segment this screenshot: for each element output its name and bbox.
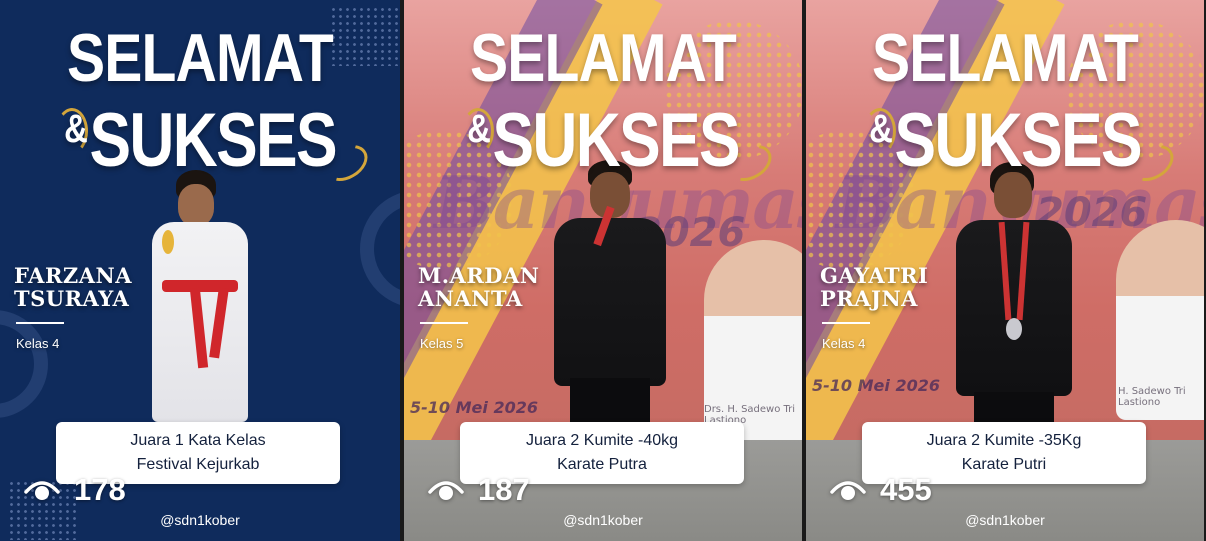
headline: SELAMAT &SUKSES xyxy=(404,22,802,180)
award-line2: Karate Putri xyxy=(961,456,1047,473)
award-line2: Karate Putra xyxy=(557,456,647,473)
award-line1: Juara 1 Kata Kelas xyxy=(130,432,266,449)
ampersand: & xyxy=(869,107,893,151)
view-count-value: 187 xyxy=(478,472,530,507)
name-underline xyxy=(16,322,64,324)
post-card-gayatri[interactable]: Banyumas 2026 5-10 Mei 2026 H. Sadewo Tr… xyxy=(806,0,1204,541)
headline-selamat: SELAMAT xyxy=(470,20,737,96)
name-line2: ANANTA xyxy=(418,286,523,311)
eye-icon xyxy=(830,481,866,500)
headline: SELAMAT &SUKSES xyxy=(0,22,400,180)
view-count-value: 178 xyxy=(74,472,126,507)
view-count-value: 455 xyxy=(880,472,932,507)
headline-sukses: SUKSES xyxy=(894,98,1142,183)
headline-sukses: SUKSES xyxy=(89,98,337,183)
name-line1: GAYATRI xyxy=(820,263,929,288)
headline: SELAMAT &SUKSES xyxy=(806,22,1204,180)
award-line1: Juara 2 Kumite -40kg xyxy=(525,432,679,449)
ampersand: & xyxy=(64,107,88,151)
ampersand: & xyxy=(467,107,491,151)
athlete-photo xyxy=(952,162,1076,424)
backdrop-caption: H. Sadewo Tri Lastiono xyxy=(1118,386,1186,408)
headline-selamat: SELAMAT xyxy=(67,20,334,96)
account-handle: @sdn1kober xyxy=(160,512,240,528)
student-name: M.ARDAN ANANTA xyxy=(418,264,540,310)
name-underline xyxy=(420,322,468,324)
decor-circle xyxy=(360,190,400,308)
headline-sukses-line: &SUKSES xyxy=(440,90,766,180)
name-line2: TSURAYA xyxy=(14,286,130,311)
headline-sukses: SUKSES xyxy=(492,98,740,183)
decor-circle xyxy=(0,310,48,418)
class-label: Kelas 4 xyxy=(822,336,866,351)
headline-selamat: SELAMAT xyxy=(872,20,1139,96)
account-handle: @sdn1kober xyxy=(965,512,1045,528)
view-count: 455 xyxy=(830,472,932,508)
backdrop-date: 5-10 Mei 2026 xyxy=(410,398,538,417)
post-card-ardan[interactable]: Banyumas 2026 5-10 Mei 2026 Drs. H. Sade… xyxy=(404,0,802,541)
headline-sukses-line: &SUKSES xyxy=(36,90,364,180)
name-line1: FARZANA xyxy=(14,263,133,288)
view-count: 178 xyxy=(24,472,126,508)
name-line2: PRAJNA xyxy=(820,286,918,311)
backdrop-date: 5-10 Mei 2026 xyxy=(812,376,940,395)
award-line1: Juara 2 Kumite -35Kg xyxy=(926,432,1082,449)
headline-sukses-line: &SUKSES xyxy=(842,90,1168,180)
view-count: 187 xyxy=(428,472,530,508)
class-label: Kelas 5 xyxy=(420,336,464,351)
name-underline xyxy=(822,322,870,324)
post-card-farzana[interactable]: SELAMAT &SUKSES FARZANA TSURAYA Kelas 4 … xyxy=(0,0,400,541)
account-handle: @sdn1kober xyxy=(563,512,643,528)
reels-grid: SELAMAT &SUKSES FARZANA TSURAYA Kelas 4 … xyxy=(0,0,1206,541)
name-line1: M.ARDAN xyxy=(418,263,540,288)
student-name: FARZANA TSURAYA xyxy=(14,264,132,310)
eye-icon xyxy=(24,481,60,500)
student-name: GAYATRI PRAJNA xyxy=(820,264,928,310)
athlete-photo xyxy=(140,170,260,422)
class-label: Kelas 4 xyxy=(16,336,60,351)
award-line2: Festival Kejurkab xyxy=(136,456,260,473)
athlete-photo xyxy=(550,160,670,422)
eye-icon xyxy=(428,481,464,500)
